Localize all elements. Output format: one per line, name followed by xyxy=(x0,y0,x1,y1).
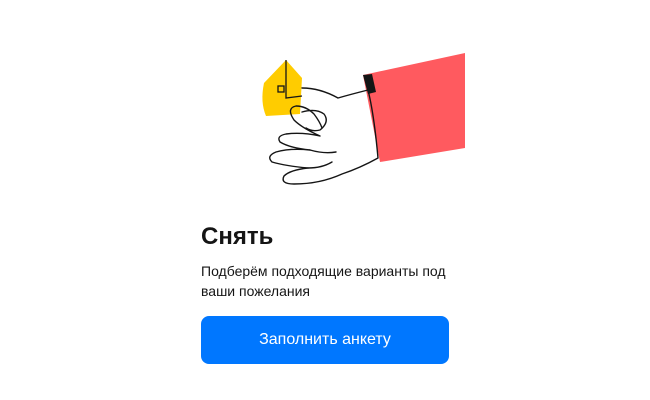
card-subtitle: Подберём подходящие варианты под ваши по… xyxy=(201,263,446,299)
card-title: Снять xyxy=(201,223,274,250)
hand-holding-house-icon xyxy=(250,50,470,190)
fill-form-button[interactable]: Заполнить анкету xyxy=(201,316,449,364)
rent-card: Снять Подберём подходящие варианты под в… xyxy=(0,0,650,400)
